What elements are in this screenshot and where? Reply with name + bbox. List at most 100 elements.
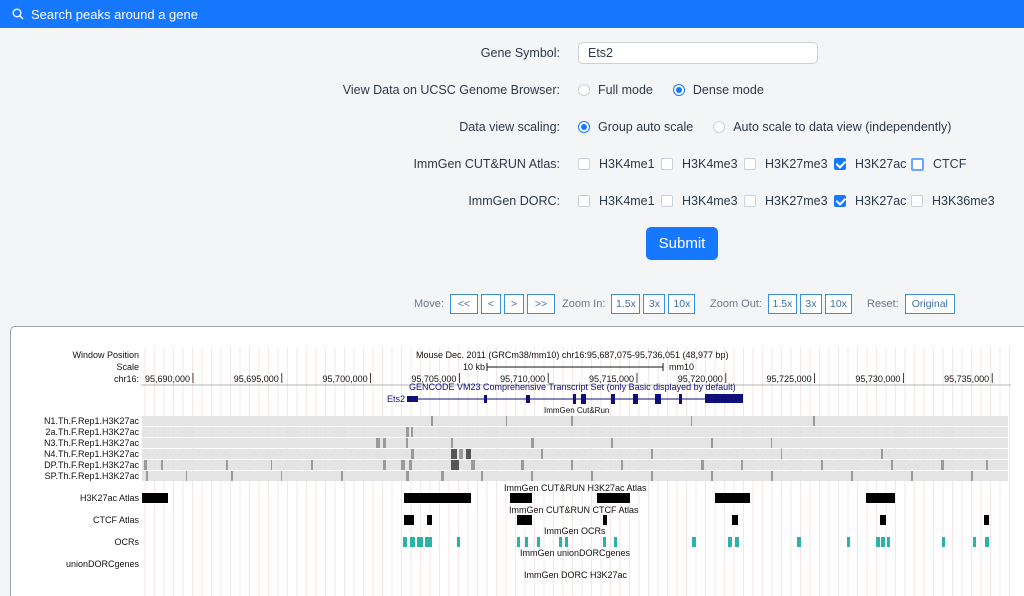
checkbox[interactable] [911,195,923,207]
full-mode-radio[interactable]: Full mode [578,83,653,97]
checkbox-checked[interactable] [834,195,846,207]
radio-button-selected[interactable] [578,121,590,133]
genome-browser-image[interactable]: Window Position Scale chr16: Mouse Dec. … [11,327,1024,596]
radio-button[interactable] [713,121,726,133]
cutrun-h3k27ac-checkbox[interactable]: H3K27ac [834,157,911,171]
signal-track-label: N4.Th.F.Rep1.H3K27ac [44,449,140,459]
ocr-peaks[interactable] [403,537,989,547]
ctcf-atlas-peaks[interactable] [404,515,989,525]
signal-track-bg [142,471,1008,481]
dorc-h3k4me3-checkbox[interactable]: H3K4me3 [661,194,744,208]
signal-mark [941,460,944,470]
ocr-peak [728,537,732,547]
signal-mark [781,449,782,459]
checkbox[interactable] [661,158,673,170]
atlas-peak [603,515,607,525]
ocr-peak [565,537,568,547]
ocr-peak [881,537,885,547]
zoom-out-3x-button[interactable]: 3x [799,294,822,314]
chrom-label: chr16: [114,374,139,384]
zoom-in-3x-button[interactable]: 3x [643,294,666,314]
signal-mark [401,460,405,470]
search-icon [12,8,24,20]
move-label: Move: [414,298,444,310]
cutrun-h3k4me3-checkbox[interactable]: H3K4me3 [661,157,744,171]
signal-track-bg [142,449,1008,459]
h3k27ac-atlas-peaks[interactable] [142,493,895,503]
signal-mark [383,460,386,470]
signal-mark [971,471,973,481]
dorc-h3k27me3-checkbox[interactable]: H3K27me3 [744,194,834,208]
ocr-peak [942,537,945,547]
cutrun-h3k4me1-checkbox[interactable]: H3K4me1 [578,157,661,171]
signal-mark [571,416,573,426]
zoom-out-10x-button[interactable]: 10x [824,294,852,314]
view-mode-row: View Data on UCSC Genome Browser: Full m… [0,78,1024,102]
reset-original-button[interactable]: Original [904,294,955,314]
checkbox[interactable] [744,158,756,170]
cutrun-ctcf-checkbox[interactable]: CTCF [911,157,966,171]
signal-mark [281,471,282,481]
h3k27ac-atlas-label: H3K27ac Atlas [80,493,140,503]
move-far-left-button[interactable]: << [449,294,478,314]
cutrun-h3k27me3-checkbox[interactable]: H3K27me3 [744,157,834,171]
dorc-h3k4me1-checkbox[interactable]: H3K4me1 [578,194,661,208]
dorc-h3k27ac-checkbox[interactable]: H3K27ac [834,194,911,208]
signal-mark [231,471,233,481]
dense-mode-label: Dense mode [692,83,764,97]
gene-exon [581,394,586,404]
signal-track-label: N1.Th.F.Rep1.H3K27ac [44,416,140,426]
ctcf-atlas-title: ImmGen CUT&RUN CTCF Atlas [509,505,639,515]
signal-mark [451,460,459,470]
reset-label: Reset: [867,298,899,310]
atlas-peak [404,515,414,525]
signal-track-bg [142,416,1008,426]
ocr-peak [517,537,520,547]
ets2-gene-model[interactable] [407,394,743,404]
auto-scale-independent-radio[interactable]: Auto scale to data view (independently) [713,120,951,134]
zoom-in-1-5x-button[interactable]: 1.5x [611,294,641,314]
signal-mark [701,460,704,470]
move-right-button[interactable]: > [503,294,524,314]
checkbox[interactable] [661,195,673,207]
dorc-h3k36me3-checkbox[interactable]: H3K36me3 [911,194,995,208]
zoom-in-10x-button[interactable]: 10x [668,294,696,314]
ocr-peak [887,537,890,547]
radio-button[interactable] [578,84,590,96]
move-controls: Move: << < > >> [414,294,558,314]
zoom-out-1-5x-button[interactable]: 1.5x [767,294,797,314]
signal-mark [451,449,457,459]
assembly-text: Mouse Dec. 2011 (GRCm38/mm10) chr16:95,6… [416,350,729,360]
checkbox-checked[interactable] [834,158,846,170]
signal-mark [911,471,913,481]
signal-mark [406,471,409,481]
signal-track-bg [142,427,1008,437]
checkbox[interactable] [578,195,590,207]
ocr-peak [410,537,415,547]
signal-mark [441,471,444,481]
cutrun-group-label: ImmGen Cut&Run [544,406,609,415]
atlas-peak [510,493,532,503]
checkbox[interactable] [744,195,756,207]
checkbox[interactable] [911,157,924,171]
position-tick-label: 95,725,000 [767,374,812,384]
signal-mark [271,460,272,470]
signal-mark [226,460,228,470]
move-far-right-button[interactable]: >> [526,294,555,314]
group-auto-scale-radio[interactable]: Group auto scale [578,120,693,134]
union-dorc-label: unionDORCgenes [66,559,140,569]
atlas-peak [984,515,989,525]
ocr-peak [847,537,850,547]
radio-button-selected[interactable] [672,84,685,96]
genome-browser-panel[interactable]: Window Position Scale chr16: Mouse Dec. … [10,326,1024,596]
move-left-button[interactable]: < [480,294,501,314]
signal-mark [521,460,524,470]
signal-track-label: N3.Th.F.Rep1.H3K27ac [44,438,140,448]
search-peaks-header[interactable]: Search peaks around a gene [0,0,1024,28]
dense-mode-radio[interactable]: Dense mode [672,83,764,97]
submit-button[interactable]: Submit [646,227,718,260]
gene-exon [407,396,418,402]
checkbox[interactable] [578,158,590,170]
option-label: H3K27me3 [765,157,828,171]
gene-symbol-input[interactable]: Ets2 [578,42,818,64]
